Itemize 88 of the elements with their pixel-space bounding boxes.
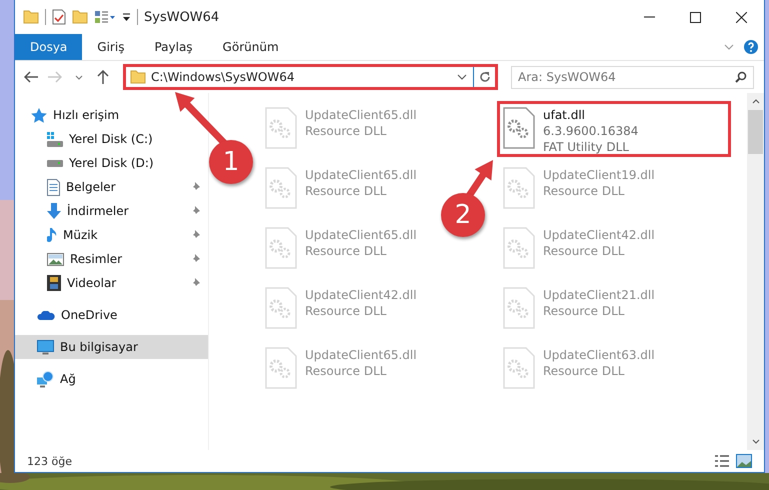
file-detail: Resource DLL — [543, 303, 626, 319]
dll-file-icon — [503, 347, 535, 389]
scroll-thumb[interactable] — [748, 110, 763, 154]
dropdown-caret-icon[interactable] — [457, 74, 467, 80]
dll-file-icon — [265, 227, 297, 269]
file-item[interactable]: ufat.dll 6.3.9600.16384 FAT Utility DLL — [497, 101, 731, 157]
file-name: UpdateClient65.dll — [305, 347, 417, 363]
file-name: UpdateClient65.dll — [305, 167, 417, 183]
nav-item[interactable]: Ağ — [15, 367, 84, 391]
nav-item[interactable]: İndirmeler — [15, 199, 208, 223]
expand-ribbon-icon[interactable] — [724, 44, 734, 50]
star-icon — [31, 108, 47, 122]
drive-icon — [47, 160, 63, 166]
nav-item[interactable]: Hızlı erişim — [15, 103, 128, 127]
file-detail: Resource DLL — [543, 183, 626, 199]
file-detail: Resource DLL — [305, 363, 388, 379]
file-detail: Resource DLL — [305, 303, 388, 319]
picture-icon — [47, 252, 64, 266]
nav-item[interactable]: Videolar — [15, 271, 208, 295]
file-name: UpdateClient42.dll — [543, 227, 655, 243]
ribbon-tab[interactable]: Görünüm — [208, 34, 294, 60]
caret-icon — [75, 74, 83, 80]
download-icon — [47, 203, 61, 219]
maximize-icon — [690, 12, 700, 22]
dll-file-icon — [503, 167, 535, 209]
customize-caret-icon[interactable] — [122, 12, 131, 22]
new-folder-icon[interactable] — [72, 10, 88, 24]
file-name: UpdateClient63.dll — [543, 347, 655, 363]
search-field[interactable]: Ara: SysWOW64 — [511, 66, 754, 88]
dll-file-icon — [503, 287, 535, 329]
dll-file-icon — [265, 347, 297, 389]
tiles-view-icon[interactable] — [736, 454, 752, 468]
nav-item[interactable]: Bu bilgisayar — [15, 335, 208, 359]
back-arrow-icon — [24, 71, 38, 83]
file-detail: FAT Utility DLL — [543, 139, 630, 155]
file-name: UpdateClient19.dll — [543, 167, 655, 183]
film-icon — [47, 275, 61, 291]
dll-file-icon — [265, 167, 297, 209]
cloud-icon — [37, 310, 55, 320]
computer-icon — [37, 340, 54, 354]
refresh-icon — [478, 71, 490, 83]
nav-item[interactable]: Müzik — [15, 223, 208, 247]
item-count: 123 öğe — [27, 454, 72, 468]
nav-item[interactable]: Belgeler — [15, 175, 208, 199]
music-note-icon — [47, 228, 57, 242]
step-badge: 2 — [441, 193, 485, 237]
view-options-icon[interactable] — [94, 10, 116, 24]
nav-item[interactable]: OneDrive — [15, 303, 126, 327]
scrollbar[interactable] — [747, 93, 764, 450]
minimize-icon — [644, 16, 654, 18]
up-arrow-icon — [97, 70, 109, 84]
file-detail: 6.3.9600.16384 — [543, 123, 638, 139]
nav-item[interactable]: Yerel Disk (C:) — [15, 127, 161, 151]
file-detail: Resource DLL — [305, 183, 388, 199]
folder-icon[interactable] — [23, 10, 39, 24]
ribbon-tab[interactable]: Dosya — [15, 34, 82, 60]
up-caret-icon — [752, 99, 760, 104]
down-caret-icon — [752, 439, 760, 444]
network-icon — [37, 370, 54, 388]
forward-arrow-icon — [48, 71, 62, 83]
dll-file-icon — [265, 287, 297, 329]
file-name: UpdateClient42.dll — [305, 287, 417, 303]
document-icon — [47, 178, 60, 196]
folder-icon — [130, 70, 146, 84]
nav-item[interactable]: Resimler — [15, 247, 208, 271]
dll-file-icon — [503, 107, 535, 149]
file-name: UpdateClient65.dll — [305, 107, 417, 123]
file-name: UpdateClient65.dll — [305, 227, 417, 243]
file-detail: Resource DLL — [543, 243, 626, 259]
window-title: SysWOW64 — [144, 10, 220, 24]
file-name: UpdateClient21.dll — [543, 287, 655, 303]
file-name: ufat.dll — [543, 107, 586, 123]
properties-icon[interactable] — [52, 9, 66, 25]
file-detail: Resource DLL — [305, 123, 388, 139]
dll-file-icon — [503, 227, 535, 269]
ribbon-tab[interactable]: Giriş — [82, 34, 140, 60]
file-detail: Resource DLL — [543, 363, 626, 379]
details-view-icon[interactable] — [714, 454, 730, 468]
dll-file-icon — [265, 107, 297, 149]
close-icon — [736, 12, 746, 22]
help-icon[interactable] — [744, 40, 758, 54]
search-icon[interactable] — [735, 70, 747, 82]
nav-item[interactable]: Yerel Disk (D:) — [15, 151, 162, 175]
step-badge: 1 — [209, 140, 253, 184]
file-detail: Resource DLL — [305, 243, 388, 259]
drive-icon — [47, 132, 63, 146]
address-field[interactable]: C:\Windows\SysWOW64 — [123, 64, 498, 90]
ribbon-tab[interactable]: Paylaş — [139, 34, 208, 60]
